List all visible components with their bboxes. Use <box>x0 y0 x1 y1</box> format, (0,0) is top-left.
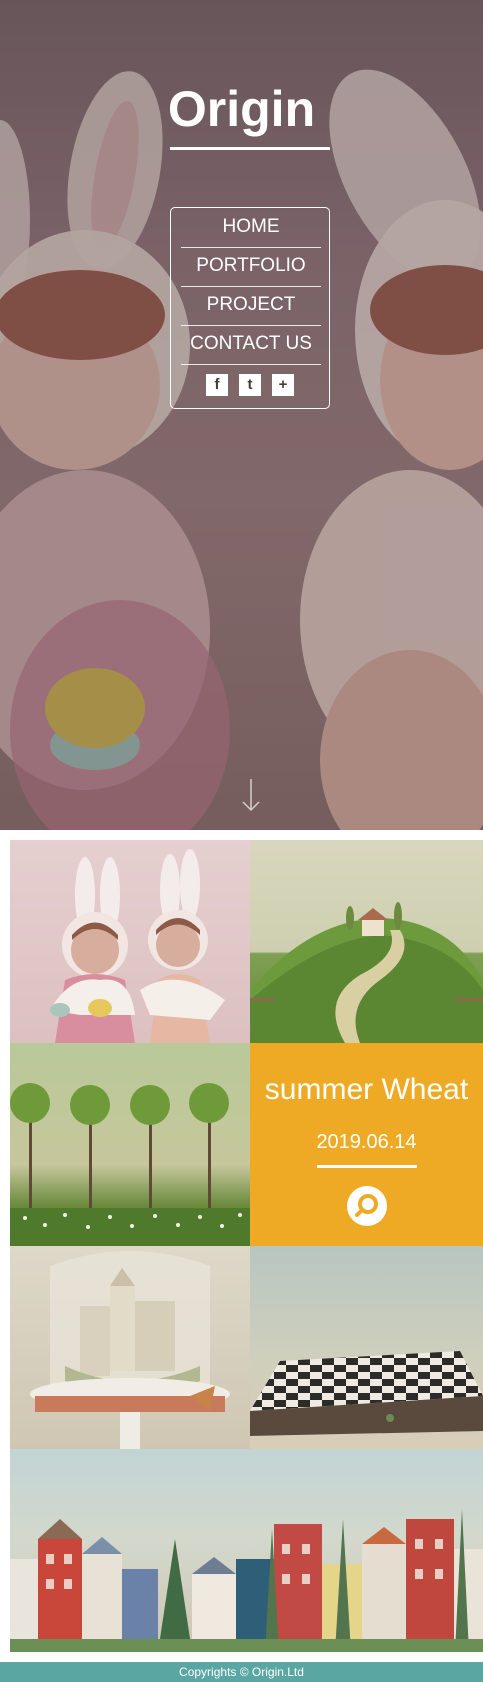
plus-icon[interactable]: + <box>272 374 294 396</box>
portfolio-gallery: summer Wheat 2019.06.14 <box>10 840 483 1652</box>
gallery-item[interactable] <box>10 1043 250 1246</box>
gallery-image <box>250 902 483 1043</box>
featured-date: 2019.06.14 <box>316 1131 417 1153</box>
main-nav: HOME PORTFOLIO PROJECT CONTACT US f t + <box>170 207 330 409</box>
gallery-image <box>30 1251 230 1449</box>
search-icon <box>355 1194 378 1217</box>
gallery-item[interactable] <box>250 1246 483 1449</box>
nav-divider <box>181 364 321 365</box>
site-logo[interactable]: Origin <box>0 80 483 138</box>
gallery-image <box>250 1351 483 1436</box>
arrow-down-icon[interactable] <box>241 778 261 812</box>
gallery-item[interactable] <box>250 840 483 1043</box>
social-links: f t + <box>171 374 329 398</box>
gallery-image <box>50 849 225 1043</box>
gallery-item[interactable] <box>10 1246 250 1449</box>
hero-section: Origin HOME PORTFOLIO PROJECT CONTACT US… <box>0 0 483 830</box>
logo-underline <box>170 147 330 150</box>
gallery-item[interactable] <box>10 840 250 1043</box>
nav-item-home[interactable]: HOME <box>181 208 321 246</box>
gallery-image <box>10 1509 483 1652</box>
featured-title[interactable]: summer Wheat <box>250 1073 483 1107</box>
facebook-icon[interactable]: f <box>206 374 228 396</box>
site-footer: Copyrights © Origin.Ltd <box>0 1662 483 1682</box>
gallery-image <box>10 1083 250 1246</box>
nav-item-project[interactable]: PROJECT <box>181 286 321 324</box>
featured-gallery-item[interactable]: summer Wheat 2019.06.14 <box>250 1043 483 1246</box>
copyright-text: Copyrights © Origin.Ltd <box>179 1665 304 1679</box>
featured-divider <box>317 1165 417 1168</box>
nav-item-portfolio[interactable]: PORTFOLIO <box>181 247 321 285</box>
zoom-button[interactable] <box>347 1186 387 1226</box>
nav-item-contact-us[interactable]: CONTACT US <box>181 325 321 363</box>
twitter-icon[interactable]: t <box>239 374 261 396</box>
gallery-item[interactable] <box>10 1449 483 1652</box>
